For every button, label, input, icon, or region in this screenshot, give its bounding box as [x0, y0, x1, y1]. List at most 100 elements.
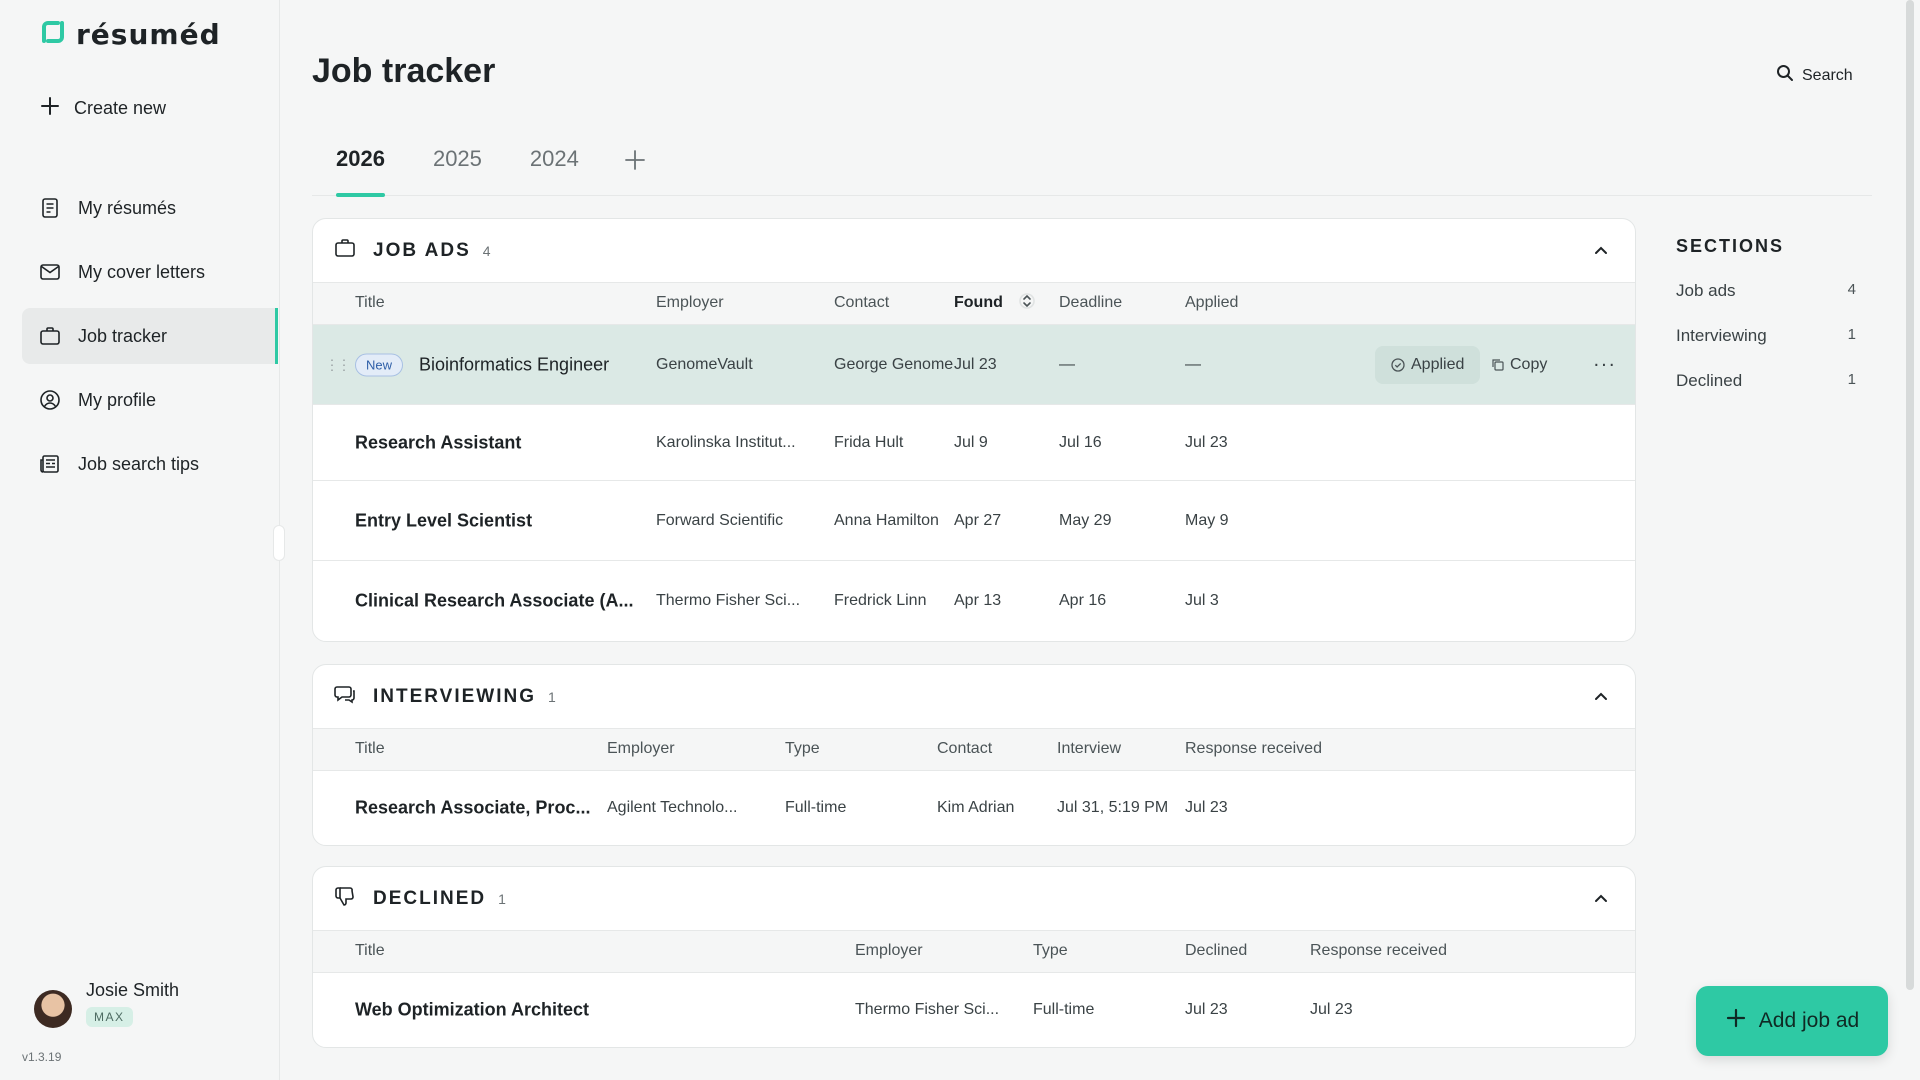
- search-button[interactable]: Search: [1776, 64, 1853, 87]
- user-circle-icon: [38, 388, 62, 412]
- tab-2025[interactable]: 2025: [409, 146, 506, 196]
- section-header: INTERVIEWING 1: [313, 665, 1635, 729]
- sidebar-nav: My résumés My cover letters Job tracker …: [22, 180, 278, 500]
- tab-2026[interactable]: 2026: [312, 146, 409, 197]
- briefcase-icon: [333, 236, 357, 265]
- chevron-up-icon: [1595, 692, 1607, 700]
- chevron-up-icon: [1595, 246, 1607, 254]
- job-title[interactable]: Clinical Research Associate (A...: [355, 591, 633, 612]
- column-header-title[interactable]: Title: [355, 740, 385, 758]
- table-row[interactable]: Research Associate, Proc... Agilent Tech…: [313, 771, 1635, 845]
- sort-icon[interactable]: [1019, 291, 1035, 316]
- column-header-title[interactable]: Title: [355, 294, 385, 312]
- section-count: 1: [548, 688, 556, 705]
- sidebar-item-label: My résumés: [78, 197, 177, 218]
- copy-button[interactable]: Copy: [1479, 346, 1559, 384]
- new-badge: New: [355, 353, 404, 376]
- job-title[interactable]: Entry Level Scientist: [355, 510, 532, 531]
- collapse-section-button[interactable]: [1587, 237, 1615, 265]
- section-link-interviewing[interactable]: Interviewing 1: [1676, 326, 1866, 371]
- create-new-button[interactable]: Create new: [40, 96, 166, 121]
- add-job-ad-button[interactable]: Add job ad: [1696, 986, 1888, 1056]
- search-icon: [1776, 64, 1794, 87]
- drag-handle-icon[interactable]: ⋮⋮: [325, 356, 351, 373]
- collapse-section-button[interactable]: [1587, 683, 1615, 711]
- collapse-section-button[interactable]: [1587, 885, 1615, 913]
- table-row[interactable]: Clinical Research Associate (A... Thermo…: [313, 561, 1635, 641]
- sidebar-item-label: Job search tips: [78, 453, 200, 474]
- sidebar-item-my-cover-letters[interactable]: My cover letters: [22, 244, 278, 300]
- column-header-type[interactable]: Type: [785, 740, 820, 758]
- found-date: Apr 13: [954, 592, 1002, 609]
- column-header-response-received[interactable]: Response received: [1310, 942, 1447, 960]
- column-header-response-received[interactable]: Response received: [1185, 740, 1322, 758]
- employer: Agilent Technolo...: [607, 799, 738, 816]
- sidebar-item-label: Job tracker: [78, 325, 168, 346]
- job-title[interactable]: Bioinformatics Engineer: [419, 354, 609, 375]
- contact: Frida Hult: [834, 433, 904, 451]
- applied-button-label: Applied: [1411, 355, 1465, 373]
- employer: Thermo Fisher Sci...: [656, 592, 801, 609]
- job-ads-section: JOB ADS 4 Title Employer Contact Found D…: [312, 218, 1636, 642]
- applied-date: —: [1185, 355, 1201, 373]
- job-title[interactable]: Research Associate, Proc...: [355, 798, 590, 819]
- search-label: Search: [1802, 66, 1853, 84]
- section-title: INTERVIEWING: [373, 685, 536, 707]
- table-row[interactable]: Entry Level Scientist Forward Scientific…: [313, 481, 1635, 561]
- copy-icon: [1492, 359, 1504, 371]
- brand-logo[interactable]: résuméd: [40, 18, 221, 51]
- declined-section: DECLINED 1 Title Employer Type Declined …: [312, 866, 1636, 1048]
- section-title: JOB ADS: [373, 239, 471, 261]
- plus-icon: [40, 96, 60, 121]
- scrollbar[interactable]: [1906, 0, 1914, 990]
- table-row[interactable]: ⋮⋮ New Bioinformatics Engineer GenomeVau…: [313, 325, 1635, 405]
- mark-applied-button[interactable]: Applied: [1375, 345, 1481, 384]
- column-header-employer[interactable]: Employer: [855, 942, 923, 960]
- sidebar-item-label: My profile: [78, 389, 157, 410]
- section-link-count: 1: [1847, 326, 1856, 343]
- applied-date: Jul 3: [1185, 592, 1219, 609]
- column-header-interview[interactable]: Interview: [1057, 740, 1121, 758]
- column-header-declined[interactable]: Declined: [1185, 942, 1247, 960]
- chevron-up-icon: [1595, 894, 1607, 902]
- column-header-employer[interactable]: Employer: [607, 740, 675, 758]
- job-title[interactable]: Research Assistant: [355, 432, 521, 453]
- sidebar-item-my-profile[interactable]: My profile: [22, 372, 278, 428]
- add-year-button[interactable]: [613, 146, 657, 190]
- section-link-label: Declined: [1676, 371, 1743, 390]
- section-header: JOB ADS 4: [313, 219, 1635, 283]
- table-row[interactable]: Web Optimization Architect Thermo Fisher…: [313, 973, 1635, 1047]
- section-count: 1: [498, 890, 506, 907]
- response-date: Jul 23: [1310, 1001, 1353, 1018]
- employer: GenomeVault: [656, 355, 753, 373]
- thumbs-down-icon: [333, 884, 357, 913]
- column-header-type[interactable]: Type: [1033, 942, 1068, 960]
- table-row[interactable]: Research Assistant Karolinska Institut..…: [313, 405, 1635, 481]
- section-link-count: 1: [1847, 371, 1856, 388]
- section-link-count: 4: [1847, 281, 1856, 298]
- user-profile-card[interactable]: Josie Smith MAX: [34, 980, 179, 1028]
- sidebar-item-job-tracker[interactable]: Job tracker: [22, 308, 278, 364]
- brand-name: résuméd: [76, 18, 221, 51]
- sidebar-item-my-resumes[interactable]: My résumés: [22, 180, 278, 236]
- plan-badge: MAX: [86, 1007, 133, 1027]
- sidebar-item-job-search-tips[interactable]: Job search tips: [22, 436, 278, 492]
- employer: Thermo Fisher Sci...: [855, 1001, 1000, 1018]
- column-header-deadline[interactable]: Deadline: [1059, 294, 1122, 312]
- column-header-found[interactable]: Found: [954, 294, 1003, 312]
- contact: Anna Hamilton: [834, 511, 939, 529]
- job-title[interactable]: Web Optimization Architect: [355, 1000, 589, 1021]
- section-link-declined[interactable]: Declined 1: [1676, 371, 1866, 416]
- section-link-job-ads[interactable]: Job ads 4: [1676, 281, 1866, 326]
- column-header-employer[interactable]: Employer: [656, 294, 724, 312]
- column-header-contact[interactable]: Contact: [834, 294, 889, 312]
- column-header-title[interactable]: Title: [355, 942, 385, 960]
- tab-2024[interactable]: 2024: [506, 146, 603, 196]
- column-header-contact[interactable]: Contact: [937, 740, 992, 758]
- more-options-icon[interactable]: ···: [1593, 353, 1616, 376]
- column-header-applied[interactable]: Applied: [1185, 294, 1238, 312]
- sidebar-collapse-handle[interactable]: [273, 525, 285, 561]
- contact: George Genome: [834, 355, 954, 373]
- sidebar: résuméd Create new My résumés My cover l…: [0, 0, 280, 1080]
- contact: Fredrick Linn: [834, 592, 927, 609]
